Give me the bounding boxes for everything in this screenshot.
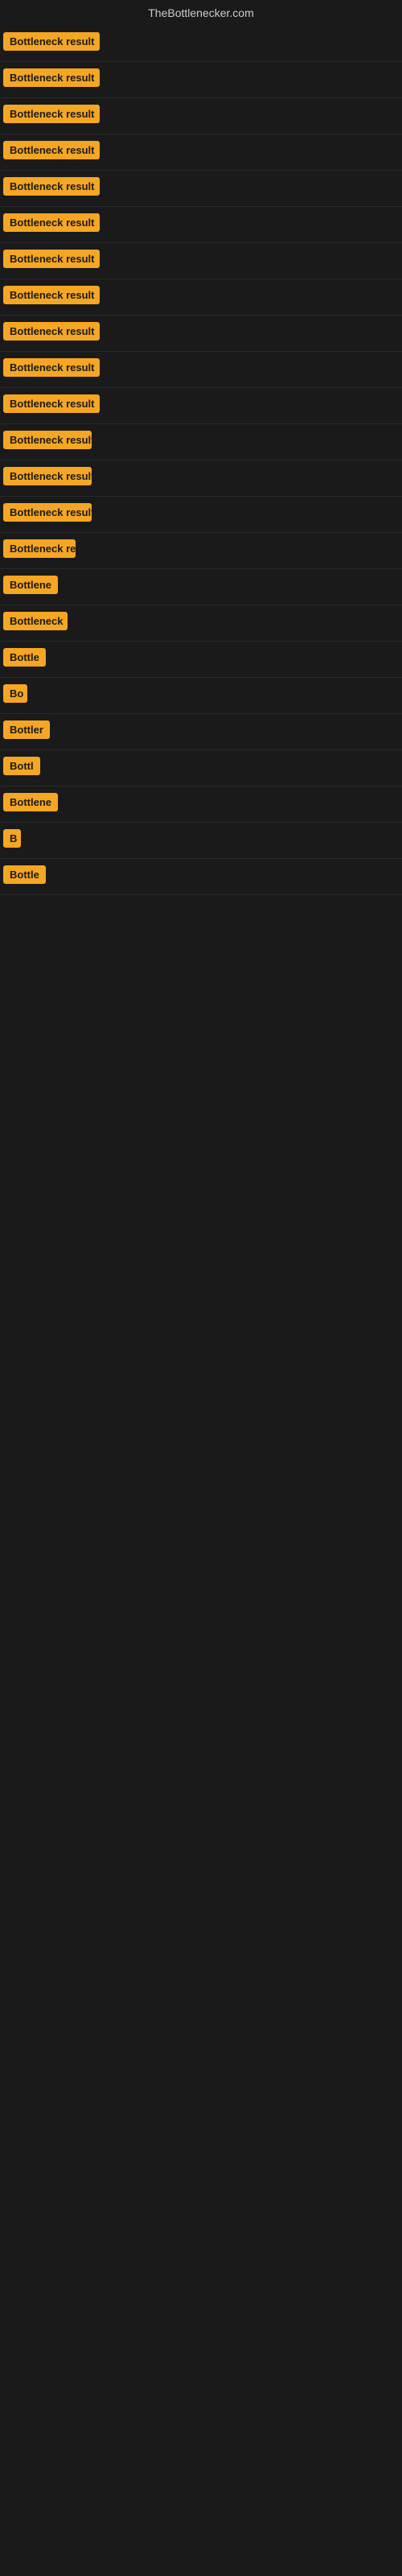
bottleneck-badge[interactable]: Bottleneck result — [3, 394, 100, 413]
result-row: Bottleneck result — [0, 279, 402, 316]
result-row: Bottleneck result — [0, 98, 402, 134]
bottleneck-badge[interactable]: B — [3, 829, 21, 848]
result-row: Bottler — [0, 714, 402, 750]
bottleneck-badge[interactable]: Bottleneck result — [3, 286, 100, 304]
result-row: Bottl — [0, 750, 402, 786]
bottleneck-badge[interactable]: Bottleneck — [3, 612, 68, 630]
bottleneck-badge[interactable]: Bottl — [3, 757, 40, 775]
result-row: Bo — [0, 678, 402, 714]
bottleneck-badge[interactable]: Bottleneck result — [3, 431, 92, 449]
result-row: Bottle — [0, 642, 402, 678]
bottleneck-badge[interactable]: Bottleneck result — [3, 467, 92, 485]
bottleneck-badge[interactable]: Bottleneck result — [3, 322, 100, 341]
bottleneck-badge[interactable]: Bottleneck result — [3, 503, 92, 522]
bottleneck-badge[interactable]: Bottler — [3, 720, 50, 739]
result-row: Bottleneck result — [0, 497, 402, 533]
bottleneck-badge[interactable]: Bottleneck re — [3, 539, 76, 558]
bottleneck-badge[interactable]: Bottlene — [3, 793, 58, 811]
bottleneck-badge[interactable]: Bottleneck result — [3, 250, 100, 268]
result-row: Bottle — [0, 859, 402, 895]
result-row: Bottleneck result — [0, 316, 402, 352]
bottleneck-badge[interactable]: Bottleneck result — [3, 358, 100, 377]
bottleneck-badge[interactable]: Bottle — [3, 865, 46, 884]
result-row: Bottleneck result — [0, 26, 402, 62]
bottleneck-badge[interactable]: Bottleneck result — [3, 141, 100, 159]
results-container: Bottleneck result Bottleneck result Bottle… — [0, 26, 402, 895]
result-row: Bottleneck re — [0, 533, 402, 569]
result-row: Bottlene — [0, 786, 402, 823]
result-row: Bottleneck result — [0, 171, 402, 207]
result-row: Bottleneck result — [0, 460, 402, 497]
result-row: Bottleneck result — [0, 424, 402, 460]
bottleneck-badge[interactable]: Bottlene — [3, 576, 58, 594]
result-row: Bottleneck result — [0, 388, 402, 424]
result-row: Bottleneck result — [0, 62, 402, 98]
site-title: TheBottlenecker.com — [0, 0, 402, 26]
result-row: Bottleneck result — [0, 134, 402, 171]
result-row: Bottleneck result — [0, 207, 402, 243]
bottleneck-badge[interactable]: Bottleneck result — [3, 105, 100, 123]
result-row: Bottlene — [0, 569, 402, 605]
result-row: Bottleneck — [0, 605, 402, 642]
bottleneck-badge[interactable]: Bottleneck result — [3, 32, 100, 51]
bottleneck-badge[interactable]: Bo — [3, 684, 27, 703]
result-row: B — [0, 823, 402, 859]
bottleneck-badge[interactable]: Bottleneck result — [3, 68, 100, 87]
result-row: Bottleneck result — [0, 243, 402, 279]
bottleneck-badge[interactable]: Bottleneck result — [3, 213, 100, 232]
result-row: Bottleneck result — [0, 352, 402, 388]
bottleneck-badge[interactable]: Bottle — [3, 648, 46, 667]
bottleneck-badge[interactable]: Bottleneck result — [3, 177, 100, 196]
